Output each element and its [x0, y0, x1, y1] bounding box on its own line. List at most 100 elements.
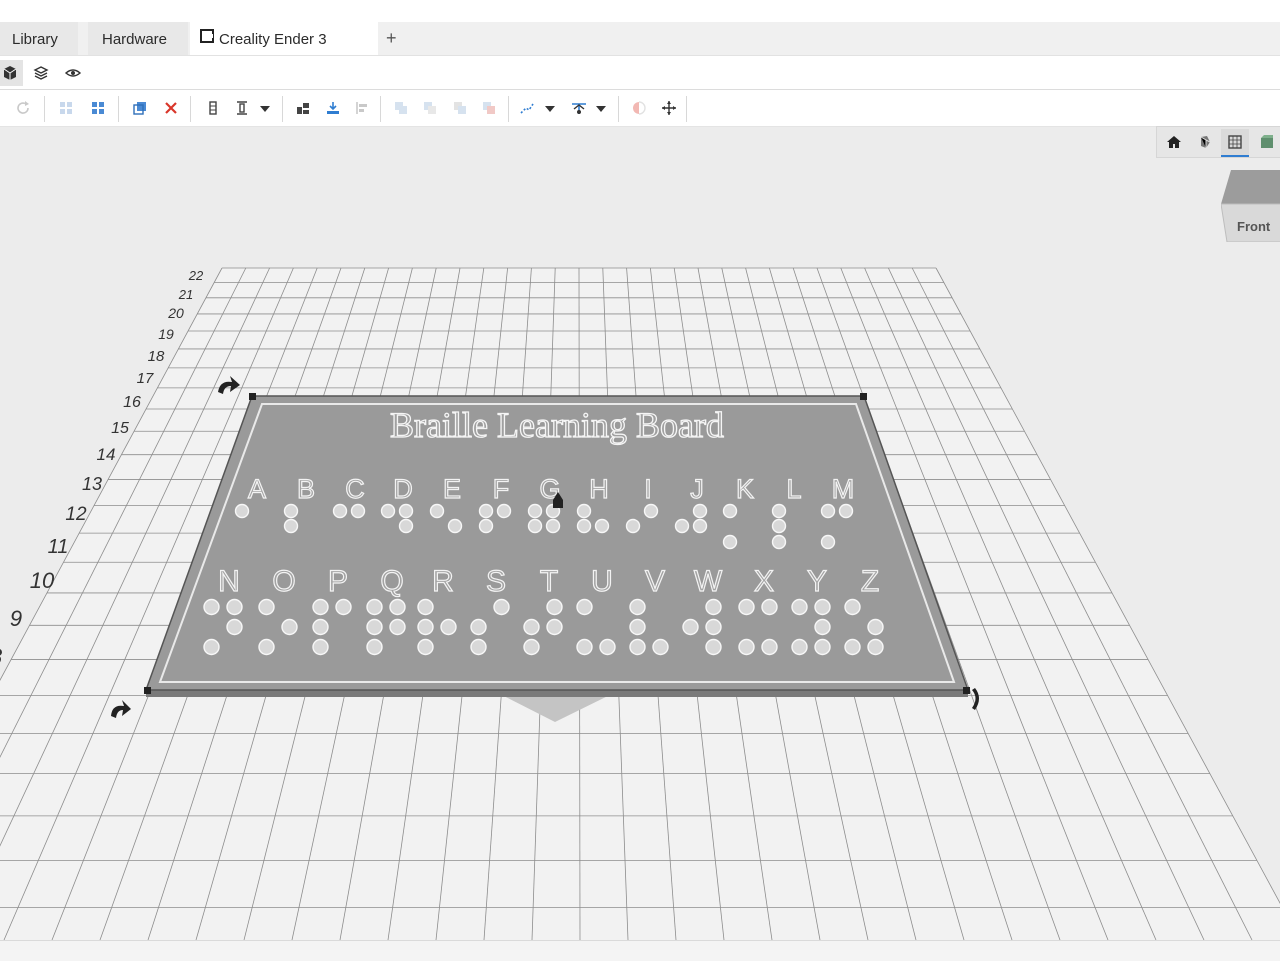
braille-dot [771, 534, 787, 550]
braille-dot [545, 518, 561, 534]
distribute-dropdown-caret[interactable] [260, 106, 270, 112]
braille-dot [389, 618, 406, 636]
braille-letter: R [432, 565, 454, 598]
braille-letter: C [345, 474, 365, 504]
braille-letter: T [540, 565, 558, 598]
braille-dot [576, 598, 593, 616]
tab-hardware-label: Hardware [102, 31, 168, 48]
braille-letter: A [248, 474, 266, 504]
braille-dot [599, 638, 616, 656]
grid-label: 22 [188, 268, 204, 283]
move-icon[interactable] [656, 95, 682, 121]
tab-hardware[interactable]: Hardware [88, 22, 188, 55]
braille-letter: Y [807, 565, 827, 598]
braille-letter: Q [380, 565, 403, 598]
braille-dot [258, 598, 275, 616]
braille-dot [674, 518, 690, 534]
toolbar-separator [380, 96, 381, 122]
braille-letter: H [589, 474, 609, 504]
drop-to-bed-icon[interactable] [320, 95, 346, 121]
tab-printer[interactable]: Creality Ender 3 Pro× [190, 21, 378, 85]
subtract-icon[interactable] [417, 95, 443, 121]
braille-dot [692, 503, 708, 519]
align-left-icon[interactable] [349, 95, 375, 121]
home-view-icon[interactable] [1160, 129, 1188, 155]
3d-viewport[interactable]: 22 21 20 19 18 17 16 15 14 13 12 11 10 98 Braille Lea… [0, 127, 1280, 940]
preview-view-icon[interactable] [60, 60, 86, 86]
model-view-icon[interactable] [0, 60, 23, 86]
handle-top-right [860, 393, 867, 400]
grid-label: 11 [48, 536, 69, 558]
braille-dot [417, 638, 434, 656]
braille-dot [629, 638, 646, 656]
braille-letter: D [393, 474, 413, 504]
braille-dot [429, 503, 445, 519]
braille-dot [705, 598, 722, 616]
braille-dot [398, 503, 414, 519]
perspective-icon[interactable] [1191, 129, 1219, 155]
duplicate-icon[interactable] [127, 95, 153, 121]
support-dropdown-caret[interactable] [545, 106, 555, 112]
grid-label: 9 [10, 606, 22, 631]
model-title-text: Braille Learning Board [390, 405, 724, 445]
braille-dot [203, 638, 220, 656]
braille-dot [258, 638, 275, 656]
braille-dot [844, 638, 861, 656]
align-icon[interactable] [200, 95, 226, 121]
layer-view-icon[interactable] [28, 60, 54, 86]
braille-dot [820, 534, 836, 550]
braille-dot [722, 534, 738, 550]
orient-icon[interactable] [566, 95, 592, 121]
braille-dot [350, 503, 366, 519]
braille-dot [398, 518, 414, 534]
distribute-icon[interactable] [229, 95, 255, 121]
new-tab-button[interactable]: + [386, 28, 397, 49]
braille-dot [867, 618, 884, 636]
braille-dot [478, 503, 494, 519]
creality-logo-icon [200, 21, 214, 57]
braille-dot [594, 518, 610, 534]
braille-dot [576, 503, 592, 519]
braille-dot [761, 598, 778, 616]
braille-dot [576, 518, 592, 534]
braille-dot [226, 598, 243, 616]
delete-icon[interactable] [158, 95, 184, 121]
braille-dot [761, 638, 778, 656]
redo-icon[interactable] [11, 95, 37, 121]
braille-dot [312, 618, 329, 636]
handle-top-left [249, 393, 256, 400]
braille-dot [791, 598, 808, 616]
layout-icon[interactable] [290, 95, 316, 121]
braille-dot [705, 638, 722, 656]
braille-dot [546, 618, 563, 636]
braille-letter: X [754, 565, 774, 598]
select-all-icon[interactable] [85, 95, 111, 121]
braille-dot [643, 503, 659, 519]
braille-letter: U [591, 565, 613, 598]
braille-dot [332, 503, 348, 519]
grid-label: 14 [97, 445, 116, 464]
model-plate-edge [146, 690, 968, 697]
mirror-icon[interactable] [626, 95, 652, 121]
braille-dot [283, 518, 299, 534]
braille-dot [380, 503, 396, 519]
braille-dot [234, 503, 250, 519]
group-icon[interactable] [476, 95, 502, 121]
view-cube-front-label[interactable]: Front [1237, 219, 1270, 234]
combine-icon[interactable] [388, 95, 414, 121]
orient-dropdown-caret[interactable] [596, 106, 606, 112]
braille-dot [389, 598, 406, 616]
intersect-icon[interactable] [447, 95, 473, 121]
ortho-icon[interactable] [1221, 129, 1249, 157]
braille-dot [447, 518, 463, 534]
status-bar [0, 940, 1280, 961]
support-icon[interactable] [514, 95, 540, 121]
toolbar-separator [44, 96, 45, 122]
tab-library[interactable]: Library [0, 22, 78, 55]
grid-label: 8 [0, 644, 3, 669]
grid-label: 15 [111, 420, 129, 437]
tab-bar: Library Hardware Creality Ender 3 Pro× + [0, 21, 1280, 85]
braille-dot [366, 638, 383, 656]
shaded-icon[interactable] [1253, 129, 1280, 155]
arrange-icon[interactable] [53, 95, 79, 121]
